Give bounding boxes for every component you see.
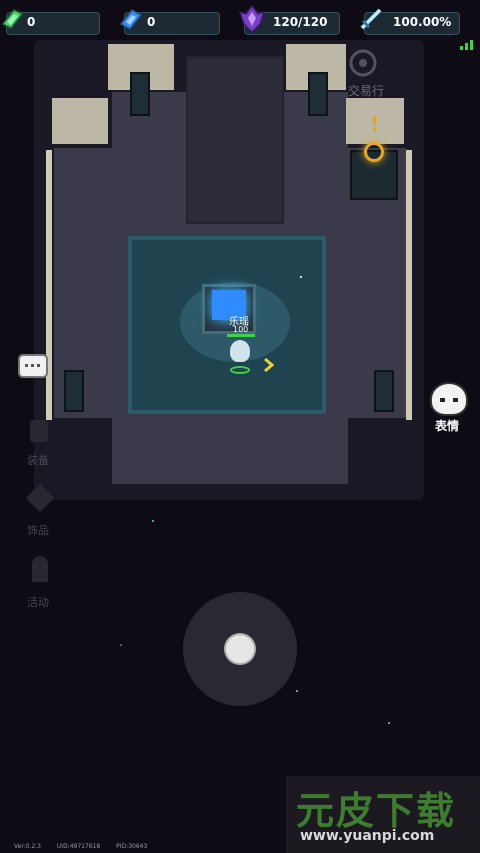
side-menu-equipment[interactable]: 装备 [27, 452, 49, 468]
green-gem-value: 0 [27, 15, 36, 29]
sword-icon [360, 8, 382, 30]
emote-label[interactable]: 表情 [435, 417, 459, 434]
star [152, 520, 154, 522]
activity-icon[interactable] [32, 556, 48, 582]
player-hp-value: 100 [233, 325, 249, 334]
chat-dot [25, 364, 28, 367]
blue-gem-icon [119, 9, 143, 30]
green-gem-icon [1, 9, 24, 29]
blue-gem-value: 0 [147, 15, 156, 29]
north-corridor [186, 56, 284, 224]
chat-dot [37, 364, 40, 367]
pid-text: PID:30643 [116, 843, 148, 850]
pillar-top-left [130, 72, 150, 116]
equipment-icon[interactable] [30, 420, 48, 442]
quest-exclaim-icon: ! [370, 112, 380, 136]
side-menu-accessory[interactable]: 饰品 [27, 522, 49, 538]
dungeon-floor-lower [112, 418, 348, 484]
watermark-title: 元皮下载 [296, 789, 457, 833]
watermark: 元皮下载 www.yuanpi.com [286, 776, 480, 853]
right-wall-edge [406, 150, 412, 420]
direction-arrow-icon [264, 358, 275, 372]
stone-wall-left [52, 98, 108, 144]
player-character [230, 340, 250, 362]
footer-info: Ver:0.2.3 UID:49717618 PID:30643 [14, 843, 147, 850]
energy-value: 120/120 [273, 15, 328, 29]
uid-text: UID:49717618 [56, 843, 101, 850]
star [388, 722, 390, 724]
star [300, 276, 302, 278]
percent-value: 100.00% [393, 15, 452, 29]
signal-icon [460, 40, 474, 50]
chat-button[interactable] [18, 354, 48, 378]
player-ring [230, 366, 250, 374]
side-menu-activity[interactable]: 活动 [27, 594, 49, 610]
chat-dot [31, 364, 34, 367]
version-text: Ver:0.2.3 [14, 843, 41, 850]
emote-face-icon[interactable] [430, 382, 468, 416]
pillar-left [64, 370, 84, 412]
joystick-knob[interactable] [226, 635, 254, 663]
emote-eye [453, 398, 458, 402]
trade-icon[interactable] [348, 48, 378, 78]
trade-label[interactable]: 交易行 [348, 82, 384, 99]
quest-orb-icon[interactable] [364, 142, 384, 162]
energy-crystal-icon [238, 4, 266, 34]
pillar-right [374, 370, 394, 412]
pillar-top-right [308, 72, 328, 116]
star [296, 690, 298, 692]
watermark-url: www.yuanpi.com [300, 828, 435, 844]
left-wall-edge [46, 150, 52, 420]
emote-eye [440, 398, 445, 402]
star [120, 644, 122, 646]
player-hp-bar [227, 334, 255, 337]
